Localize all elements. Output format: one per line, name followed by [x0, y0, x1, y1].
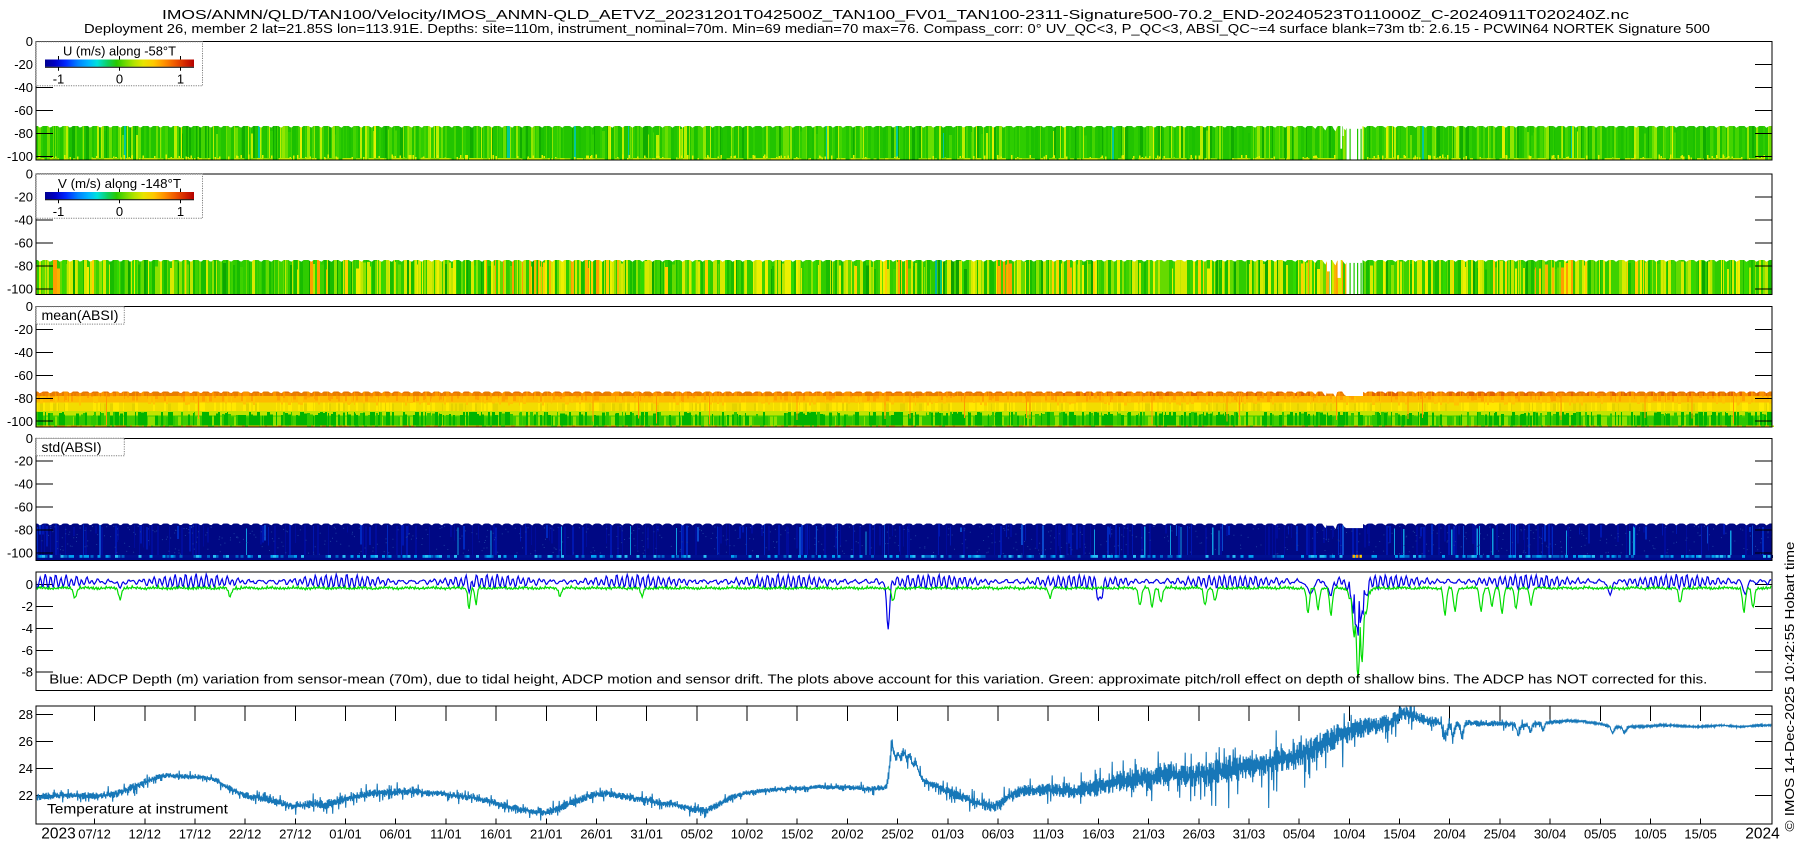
svg-text:0: 0: [116, 71, 123, 86]
svg-text:06/01: 06/01: [379, 827, 412, 842]
svg-text:17/12: 17/12: [179, 827, 212, 842]
svg-text:30/04: 30/04: [1534, 827, 1567, 842]
svg-text:11/01: 11/01: [430, 827, 462, 842]
svg-text:1: 1: [177, 204, 184, 219]
svg-text:0: 0: [26, 167, 33, 182]
svg-text:-100: -100: [7, 281, 33, 296]
svg-text:-1: -1: [53, 71, 65, 86]
svg-text:10/04: 10/04: [1333, 827, 1366, 842]
svg-text:31/01: 31/01: [630, 827, 663, 842]
svg-text:05/02: 05/02: [681, 827, 714, 842]
svg-text:21/01: 21/01: [530, 827, 563, 842]
svg-text:Deployment 26, member 2 lat=21: Deployment 26, member 2 lat=21.85S lon=1…: [84, 21, 1710, 36]
svg-text:-6: -6: [21, 643, 33, 658]
svg-text:-8: -8: [21, 665, 33, 680]
svg-text:16/03: 16/03: [1082, 827, 1115, 842]
svg-text:-60: -60: [14, 235, 33, 250]
svg-text:-80: -80: [14, 391, 33, 406]
svg-text:27/12: 27/12: [279, 827, 312, 842]
svg-text:01/01: 01/01: [329, 827, 362, 842]
svg-text:0: 0: [26, 299, 33, 314]
svg-text:-40: -40: [14, 213, 33, 228]
svg-text:05/05: 05/05: [1584, 827, 1617, 842]
svg-text:-60: -60: [14, 500, 33, 515]
svg-text:12/12: 12/12: [128, 827, 161, 842]
svg-text:20/02: 20/02: [831, 827, 864, 842]
svg-text:-2: -2: [21, 599, 33, 614]
svg-text:-80: -80: [14, 258, 33, 273]
svg-text:10/02: 10/02: [731, 827, 764, 842]
svg-text:25/04: 25/04: [1484, 827, 1517, 842]
svg-text:-20: -20: [14, 322, 33, 337]
svg-text:22: 22: [19, 788, 33, 803]
svg-text:-4: -4: [21, 621, 33, 636]
svg-text:-20: -20: [14, 190, 33, 205]
svg-text:0: 0: [26, 577, 33, 592]
svg-text:-80: -80: [14, 126, 33, 141]
svg-text:25/02: 25/02: [881, 827, 914, 842]
svg-text:-20: -20: [14, 57, 33, 72]
svg-text:0: 0: [116, 204, 123, 219]
svg-text:20/04: 20/04: [1433, 827, 1466, 842]
svg-text:21/03: 21/03: [1132, 827, 1165, 842]
svg-text:-1: -1: [53, 204, 65, 219]
svg-text:15/02: 15/02: [781, 827, 814, 842]
svg-text:01/03: 01/03: [932, 827, 965, 842]
svg-text:16/01: 16/01: [480, 827, 513, 842]
svg-text:26: 26: [19, 734, 33, 749]
svg-text:31/03: 31/03: [1233, 827, 1266, 842]
svg-text:-40: -40: [14, 345, 33, 360]
svg-text:07/12: 07/12: [78, 827, 111, 842]
svg-text:-60: -60: [14, 103, 33, 118]
svg-text:mean(ABSI): mean(ABSI): [42, 308, 119, 323]
svg-text:Temperature at instrument: Temperature at instrument: [47, 802, 228, 817]
svg-text:22/12: 22/12: [229, 827, 262, 842]
svg-text:24: 24: [19, 761, 33, 776]
svg-text:-60: -60: [14, 368, 33, 383]
svg-text:10/05: 10/05: [1634, 827, 1667, 842]
svg-text:2024: 2024: [1745, 826, 1780, 843]
svg-text:-100: -100: [7, 414, 33, 429]
svg-text:-20: -20: [14, 454, 33, 469]
svg-text:-40: -40: [14, 477, 33, 492]
svg-text:1: 1: [177, 71, 184, 86]
svg-text:11/03: 11/03: [1032, 827, 1064, 842]
svg-text:28: 28: [19, 707, 33, 722]
svg-text:-100: -100: [7, 149, 33, 164]
svg-text:06/03: 06/03: [982, 827, 1015, 842]
svg-text:Blue: ADCP Depth (m) variation: Blue: ADCP Depth (m) variation from sens…: [49, 672, 1707, 687]
svg-text:15/05: 15/05: [1684, 827, 1717, 842]
svg-text:0: 0: [26, 34, 33, 49]
svg-text:15/04: 15/04: [1383, 827, 1416, 842]
svg-text:05/04: 05/04: [1283, 827, 1316, 842]
svg-text:std(ABSI): std(ABSI): [42, 440, 102, 455]
svg-text:26/01: 26/01: [580, 827, 613, 842]
svg-text:0: 0: [26, 431, 33, 446]
svg-text:IMOS/ANMN/QLD/TAN100/Velocity/: IMOS/ANMN/QLD/TAN100/Velocity/IMOS_ANMN-…: [162, 7, 1630, 22]
svg-text:2023: 2023: [41, 826, 75, 843]
svg-text:© IMOS 14-Dec-2025 10:42:55 Ho: © IMOS 14-Dec-2025 10:42:55 Hobart time: [1782, 542, 1797, 832]
svg-text:-80: -80: [14, 523, 33, 538]
svg-text:26/03: 26/03: [1182, 827, 1215, 842]
svg-text:-40: -40: [14, 80, 33, 95]
svg-text:-100: -100: [7, 545, 33, 560]
